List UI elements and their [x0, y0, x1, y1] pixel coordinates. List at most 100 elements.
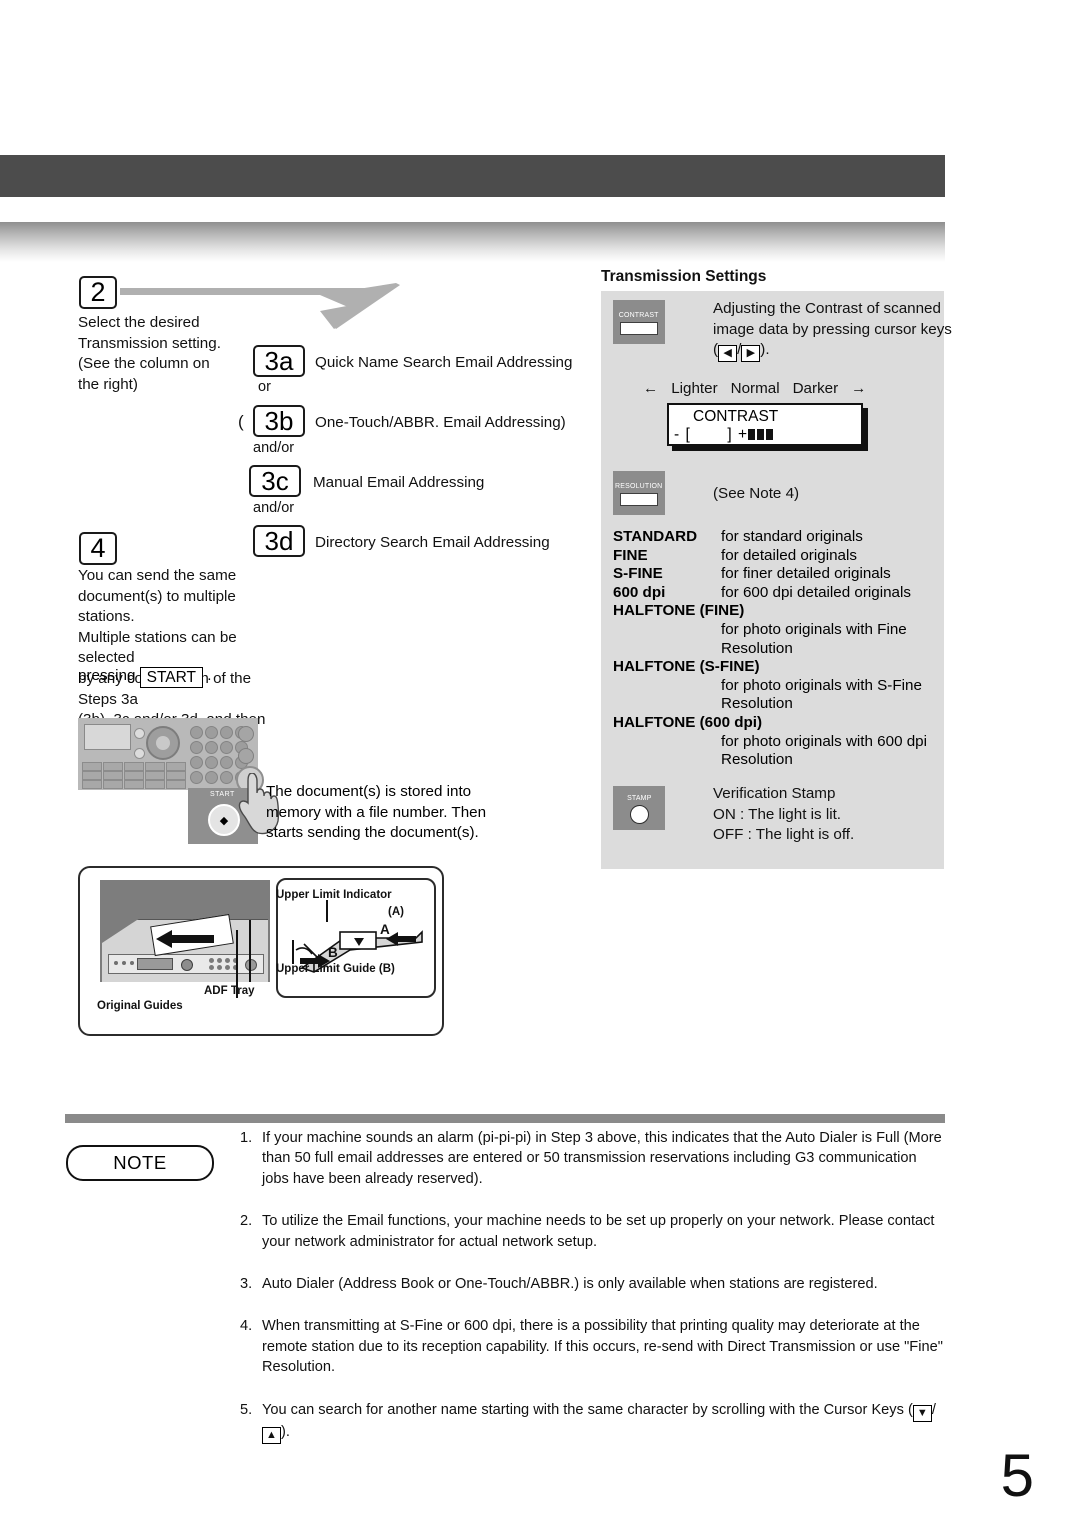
resolution-mode-name: HALFTONE (S-FINE)	[613, 658, 760, 676]
substep-label-3a: Quick Name Search Email Addressing	[315, 354, 573, 371]
scale-left-arrow-icon: ←	[643, 380, 659, 397]
note-list: 1. If your machine sounds an alarm (pi-pi…	[240, 1128, 945, 1466]
note-item: 3. Auto Dialer (Address Book or One-Touch…	[240, 1274, 945, 1294]
substep-box-3d: 3d	[253, 525, 305, 557]
lcd-level-bar	[748, 429, 756, 440]
indicator-lamp-1	[134, 728, 145, 739]
resolution-mode-description: for 600 dpi detailed originals	[721, 583, 911, 601]
scale-lighter-label: Lighter	[671, 380, 718, 397]
dial-center	[156, 736, 170, 750]
note-section-rule	[65, 1114, 945, 1123]
lcd-level-bars	[748, 426, 775, 444]
resolution-mode-item: HALFTONE (FINE) for photo originals with …	[613, 602, 943, 658]
marker-a-label: (A)	[388, 906, 404, 918]
resolution-mode-name: HALFTONE (600 dpi)	[613, 713, 763, 731]
lcd-level-bar	[766, 429, 774, 440]
resolution-mode-item: S-FINE for finer detailed originals	[613, 565, 943, 584]
substep-box-3a: 3a	[253, 345, 305, 377]
note-text: To utilize the Email functions, your mac…	[262, 1213, 935, 1250]
note-text: If your machine sounds an alarm (pi-pi-p…	[262, 1130, 942, 1187]
contrast-button-caption: CONTRAST	[619, 309, 659, 319]
lcd-level-bar	[757, 429, 765, 440]
lcd-bracket-plus: ] +	[727, 426, 749, 443]
start-button-label: START	[210, 791, 235, 798]
feed-direction-arrow-icon	[156, 930, 214, 948]
resolution-button-led	[620, 492, 658, 506]
substep-box-3b: 3b	[253, 405, 305, 437]
resolution-mode-description: for finer detailed originals	[721, 565, 891, 583]
substep-label-3b: One-Touch/ABBR. Email Addressing)	[315, 414, 566, 431]
step4-instruction: You can send the same document(s) to mul…	[78, 567, 265, 728]
note-item: 1. If your machine sounds an alarm (pi-pi…	[240, 1128, 945, 1189]
leader-line-original-guides	[236, 930, 238, 998]
resolution-mode-item: HALFTONE (600 dpi) for photo originals wi…	[613, 714, 943, 770]
resolution-mode-item: STANDARD for standard originals	[613, 528, 943, 547]
contrast-button-led	[620, 321, 658, 335]
substep-label-3c: Manual Email Addressing	[313, 474, 485, 491]
upper-limit-guide-label: Upper Limit Guide (B)	[276, 963, 395, 975]
control-panel-caption: The document(s) is stored into memory wi…	[266, 783, 487, 841]
contrast-description-part2: ).	[760, 341, 770, 358]
cursor-left-icon: ◀	[718, 345, 738, 362]
resolution-mode-description: for standard originals	[721, 528, 863, 545]
leader-line-adf-tray	[249, 920, 251, 982]
control-panel-body	[78, 718, 264, 794]
note-number: 4.	[240, 1318, 253, 1335]
note-number: 3.	[240, 1276, 253, 1293]
transmission-settings-title: Transmission Settings	[601, 268, 767, 285]
connector-and-or-2: and/or	[253, 500, 295, 516]
lcd-minus-bracket: - [	[674, 426, 691, 443]
note-text: Auto Dialer (Address Book or One-Touch/A…	[262, 1276, 878, 1293]
resolution-mode-name: FINE	[613, 546, 648, 564]
scale-right-arrow-icon: →	[851, 380, 867, 397]
leader-line-upper-limit-indicator	[326, 900, 328, 922]
substep-label-3d: Directory Search Email Addressing	[315, 534, 550, 551]
connector-and-or-1: and/or	[253, 440, 295, 456]
resolution-button-icon: RESOLUTION	[613, 471, 665, 515]
cursor-right-icon: ▶	[741, 345, 761, 362]
scale-normal-label: Normal	[730, 380, 780, 397]
stop-button-icon	[238, 726, 254, 742]
scale-darker-label: Darker	[792, 380, 839, 397]
connector-or: or	[258, 379, 271, 395]
contrast-description: Adjusting the Contrast of scanned image …	[713, 299, 953, 362]
resolution-mode-item: HALFTONE (S-FINE) for photo originals wit…	[613, 658, 943, 714]
resolution-mode-name: S-FINE	[613, 565, 663, 583]
letter-b-label: B	[328, 945, 338, 960]
stamp-button-caption: STAMP	[626, 792, 652, 802]
note-number: 2.	[240, 1213, 253, 1230]
start-button-circle: ◆	[208, 804, 240, 836]
press-suffix: .	[207, 667, 212, 684]
contrast-button-icon: CONTRAST	[613, 300, 665, 344]
note-number: 1.	[240, 1130, 253, 1146]
stamp-line-2: ON : The light is lit.	[713, 805, 842, 823]
original-guides-label: Original Guides	[97, 1000, 183, 1012]
start-key-inline: START	[139, 667, 204, 688]
lcd-title: CONTRAST	[693, 408, 779, 425]
note-item: 5. You can search for another name starti…	[240, 1400, 945, 1444]
resolution-mode-description: for photo originals with Fine Resolution	[721, 620, 907, 657]
step2-arrow-head	[320, 283, 400, 329]
control-panel-illustration: START ◆	[78, 718, 280, 844]
lcd-scale-line: - [ ] +	[674, 426, 775, 444]
step-number-4: 4	[79, 532, 117, 565]
letter-a-label: A	[380, 922, 390, 937]
contrast-lcd-display: CONTRAST - [ ] +	[667, 403, 863, 446]
header-gradient-band	[0, 222, 945, 262]
paren-open-3b: (	[238, 412, 244, 431]
step4-press-line: pressing START .	[78, 666, 212, 688]
note-text: You can search for another name starting…	[262, 1401, 913, 1418]
press-prefix: pressing	[78, 667, 136, 684]
stamp-button-icon: STAMP	[613, 786, 665, 830]
adf-machine-photo	[100, 880, 270, 982]
cursor-down-icon: ▼	[912, 1404, 932, 1422]
resolution-mode-name: STANDARD	[613, 528, 698, 545]
resolution-button-caption: RESOLUTION	[615, 480, 663, 490]
resolution-mode-item: 600 dpi for 600 dpi detailed originals	[613, 584, 943, 603]
step2-instruction: Select the desired Transmission setting.…	[78, 314, 221, 393]
note-text-after: ).	[281, 1423, 290, 1440]
note-item: 4. When transmitting at S-Fine or 600 dpi…	[240, 1316, 945, 1377]
resolution-mode-name: HALFTONE (FINE)	[613, 602, 745, 620]
stamp-line-1: Verification Stamp	[713, 785, 836, 802]
resolution-mode-description: for detailed originals	[721, 546, 857, 564]
